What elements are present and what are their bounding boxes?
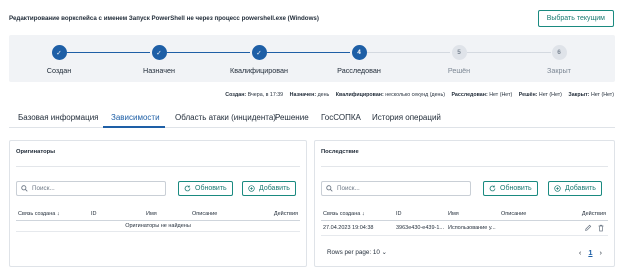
chevron-left-icon[interactable]: ‹ — [579, 248, 582, 257]
step-label: Решён — [447, 66, 471, 75]
meta-value: несколько секунд (день) — [385, 92, 445, 98]
tab-resolution[interactable]: Решение — [275, 113, 309, 122]
add-label: Добавить — [565, 185, 596, 192]
col-created-label: Связь создана — [323, 211, 361, 217]
cell-name: Использование у... — [448, 225, 496, 231]
page-number[interactable]: 1 — [588, 248, 592, 257]
col-actions: Действия — [273, 211, 298, 217]
refresh-icon — [184, 185, 191, 192]
step-closed[interactable]: 6 Закрыт — [519, 45, 599, 75]
chevron-down-icon: ⌄ — [381, 249, 387, 256]
tab-gossopka[interactable]: ГосСОПКА — [321, 113, 361, 122]
meta-key: Назначен: — [289, 92, 317, 98]
meta-value: Нет (Нет) — [538, 92, 562, 98]
divider — [321, 166, 608, 167]
plus-circle-icon — [248, 185, 255, 192]
col-created[interactable]: Связь создана ↓ — [323, 211, 365, 217]
col-created-label: Связь создана — [18, 211, 56, 217]
table-header: Связь создана ↓ ID Имя Описание Действия — [321, 211, 608, 221]
col-created[interactable]: Связь создана ↓ — [18, 211, 60, 217]
meta-value: Нет (Нет) — [590, 92, 614, 98]
edit-icon[interactable] — [584, 224, 592, 234]
search-icon — [326, 185, 333, 192]
refresh-button[interactable]: Обновить — [178, 181, 233, 196]
col-name: Имя — [448, 211, 459, 217]
refresh-label: Обновить — [500, 185, 532, 192]
search-input[interactable]: Поиск... — [321, 181, 471, 196]
rows-per-page-label: Rows per page: 10 — [327, 249, 380, 256]
step-label: Создан — [46, 66, 72, 75]
tab-attack-scope[interactable]: Область атаки (инцидента) — [175, 113, 276, 122]
step-qualified[interactable]: ✓ Квалифицирован — [219, 45, 299, 75]
meta-key: Создан: — [225, 92, 247, 98]
col-desc: Описание — [501, 211, 527, 217]
step-number: 4 — [351, 45, 367, 60]
sort-down-icon: ↓ — [361, 211, 365, 217]
check-icon: ✓ — [151, 45, 167, 60]
cell-id: 3963e430-e439-1... — [396, 225, 445, 231]
consequences-panel: Последствие Поиск... Обновить Добавить С… — [314, 140, 615, 267]
status-timestamps: Создан: Вчера, в 17:39 Назначен: день Кв… — [225, 92, 614, 98]
step-label: Квалифицирован — [230, 66, 288, 75]
refresh-button[interactable]: Обновить — [483, 181, 538, 196]
search-input[interactable]: Поиск... — [16, 181, 166, 196]
search-placeholder: Поиск... — [337, 185, 360, 192]
meta-value: Нет (Нет) — [489, 92, 513, 98]
panel-title: Последствие — [321, 149, 359, 155]
step-created[interactable]: ✓ Создан — [19, 45, 99, 75]
step-assigned[interactable]: ✓ Назначен — [119, 45, 199, 75]
step-investigated[interactable]: 4 Расследован — [319, 45, 399, 75]
add-label: Добавить — [259, 185, 290, 192]
step-number: 5 — [451, 45, 467, 60]
meta-key: Квалифицирован: — [335, 92, 384, 98]
table-row: Оригинаторы не найдены — [16, 222, 300, 232]
chevron-right-icon[interactable]: › — [600, 248, 603, 257]
meta-value: Вчера, в 17:39 — [247, 92, 284, 98]
step-resolved[interactable]: 5 Решён — [419, 45, 499, 75]
table-row[interactable]: 27.04.2023 19:04:38 3963e430-e439-1... И… — [321, 222, 608, 236]
col-actions: Действия — [581, 211, 606, 217]
cell-created: 27.04.2023 19:04:38 — [323, 225, 374, 231]
tab-dependencies[interactable]: Зависимости — [111, 113, 160, 122]
rows-per-page-select[interactable]: Rows per page: 10 ⌄ — [327, 249, 387, 256]
meta-key: Закрыт: — [568, 92, 590, 98]
empty-message: Оригинаторы не найдены — [125, 223, 191, 229]
tab-basic-info[interactable]: Базовая информация — [18, 113, 99, 122]
page-title: Редактирование воркспейса с именем Запус… — [9, 15, 319, 22]
step-label: Расследован — [337, 66, 381, 75]
col-name: Имя — [146, 211, 157, 217]
meta-key: Решён: — [518, 92, 538, 98]
step-number: 6 — [551, 45, 567, 60]
search-icon — [21, 185, 28, 192]
panel-title: Оригинаторы — [16, 149, 56, 155]
add-button[interactable]: Добавить — [242, 181, 296, 196]
originators-panel: Оригинаторы Поиск... Обновить Добавить С… — [9, 140, 307, 267]
add-button[interactable]: Добавить — [548, 181, 602, 196]
meta-key: Расследован: — [451, 92, 488, 98]
delete-icon[interactable] — [597, 224, 605, 234]
check-icon: ✓ — [51, 45, 67, 60]
pagination: Rows per page: 10 ⌄ ‹ 1 › — [321, 248, 608, 260]
step-label: Назначен — [143, 66, 175, 75]
refresh-label: Обновить — [195, 185, 227, 192]
meta-value: день — [317, 92, 330, 98]
tab-bar: Базовая информация Зависимости Область а… — [9, 110, 615, 128]
table-header: Связь создана ↓ ID Имя Описание Действия — [16, 211, 300, 221]
col-id: ID — [91, 211, 97, 217]
search-placeholder: Поиск... — [32, 185, 55, 192]
step-label: Закрыт — [547, 66, 571, 75]
sort-down-icon: ↓ — [56, 211, 60, 217]
plus-circle-icon — [554, 185, 561, 192]
col-desc: Описание — [192, 211, 218, 217]
pick-current-button[interactable]: Выбрать текущим — [537, 10, 614, 27]
active-tab-indicator — [103, 126, 165, 128]
refresh-icon — [489, 185, 496, 192]
check-icon: ✓ — [251, 45, 267, 60]
tab-operation-history[interactable]: История операций — [372, 113, 441, 122]
divider — [16, 166, 300, 167]
page-nav: ‹ 1 › — [579, 248, 602, 257]
workflow-stepper: ✓ Создан ✓ Назначен ✓ Квалифицирован 4 Р… — [9, 35, 615, 82]
col-id: ID — [396, 211, 402, 217]
